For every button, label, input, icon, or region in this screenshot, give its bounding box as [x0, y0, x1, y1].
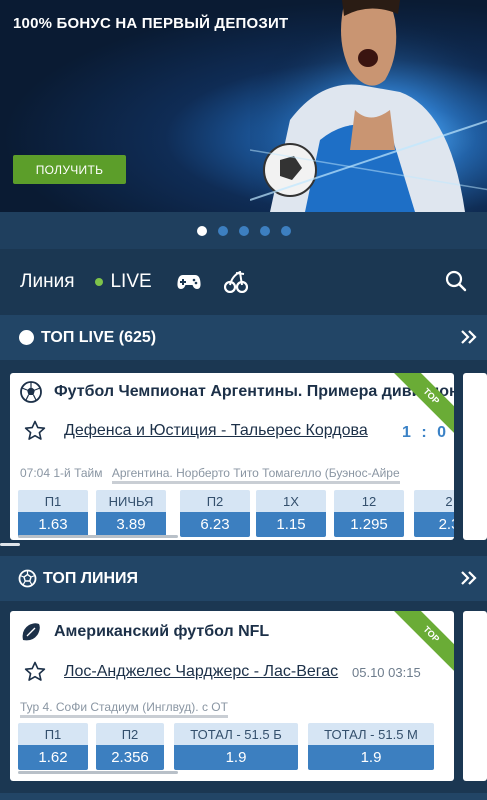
top-live-header[interactable]: ТОП LIVE (625): [0, 315, 487, 360]
odds-label: ТОТАЛ - 51.5 Б: [174, 723, 298, 745]
card-scrollbar[interactable]: [18, 535, 178, 538]
banner-title: 100% БОНУС НА ПЕРВЫЙ ДЕПОЗИТ: [13, 15, 289, 32]
odds-label: П1: [18, 490, 88, 512]
top-line-title: ТОП ЛИНИЯ: [43, 569, 139, 587]
top-nav: Линия LIVE: [0, 249, 487, 315]
odds-label: П2: [96, 723, 164, 745]
odds-value: 2.3: [414, 512, 454, 537]
league-name: Американский футбол NFL: [54, 623, 270, 640]
odds-label: 1Х: [256, 490, 326, 512]
card-scrollbar[interactable]: [18, 771, 178, 774]
odds-button[interactable]: ТОТАЛ - 51.5 М 1.9: [308, 723, 434, 770]
double-chevron-right-icon[interactable]: [459, 568, 479, 588]
match-teams-link[interactable]: Дефенса и Юстиция - Тальерес Кордова: [64, 422, 368, 440]
next-match-card-edge[interactable]: [463, 373, 487, 540]
card-header: Американский футбол NFL: [20, 621, 269, 643]
odds-value: 1.63: [18, 512, 88, 537]
match-score: 1 : 0: [402, 424, 450, 441]
match-venue: Тур 4. СоФи Стадиум (Инглвуд). с ОТ: [20, 700, 228, 718]
carousel-dot[interactable]: [217, 225, 228, 236]
section-divider: [0, 793, 487, 800]
carousel-dot[interactable]: [238, 225, 249, 236]
odds-value: 1.62: [18, 745, 88, 770]
odds-button[interactable]: 12 1.295: [334, 490, 404, 537]
promo-banner[interactable]: 100% БОНУС НА ПЕРВЫЙ ДЕПОЗИТ ПОЛУЧИТЬ: [0, 0, 487, 212]
odds-button[interactable]: 2 2.3: [414, 490, 454, 537]
match-date: 05.10 03:15: [352, 665, 421, 680]
gamepad-icon[interactable]: [177, 273, 201, 291]
odds-value: 2.356: [96, 745, 164, 770]
carousel-scrollbar[interactable]: [0, 543, 20, 546]
match-card[interactable]: Американский футбол NFL TOP Лос-Анджелес…: [10, 611, 454, 781]
match-teams-link[interactable]: Лос-Анджелес Чарджерс - Лас-Вегас: [64, 663, 338, 681]
star-icon[interactable]: [24, 420, 46, 441]
match-info: 07:04 1-й Тайм Аргентина. Норберто Тито …: [20, 466, 400, 484]
soccer-ball-icon: [20, 381, 42, 403]
odds-button[interactable]: П1 1.63: [18, 490, 88, 537]
carousel-dots: [0, 212, 487, 249]
nav-live[interactable]: LIVE: [95, 271, 152, 293]
soccer-ball-outline-icon: [18, 569, 37, 588]
get-bonus-button[interactable]: ПОЛУЧИТЬ: [13, 155, 126, 184]
search-icon[interactable]: [445, 270, 467, 292]
star-icon[interactable]: [24, 661, 46, 682]
live-indicator-icon: [95, 278, 104, 286]
top-line-header[interactable]: ТОП ЛИНИЯ: [0, 556, 487, 601]
carousel-dot[interactable]: [280, 225, 291, 236]
match-info: Тур 4. СоФи Стадиум (Инглвуд). с ОТ: [20, 700, 228, 718]
odds-value: 6.23: [180, 512, 250, 537]
american-football-icon: [22, 623, 40, 641]
odds-label: 2: [414, 490, 454, 512]
top-live-title: ТОП LIVE (625): [41, 328, 157, 346]
double-chevron-right-icon[interactable]: [459, 327, 479, 347]
next-match-card-edge[interactable]: [463, 611, 487, 781]
nav-line[interactable]: Линия: [20, 271, 74, 293]
match-row: Лос-Анджелес Чарджерс - Лас-Вегас: [24, 661, 338, 682]
top-line-area: Американский футбол NFL TOP Лос-Анджелес…: [0, 601, 487, 800]
match-row: Дефенса и Юстиция - Тальерес Кордова: [24, 420, 368, 441]
odds-button[interactable]: ТОТАЛ - 51.5 Б 1.9: [174, 723, 298, 770]
match-venue: Аргентина. Норберто Тито Томагелло (Буэн…: [111, 466, 400, 484]
cherries-icon[interactable]: [223, 271, 248, 293]
odds-value: 1.15: [256, 512, 326, 537]
odds-label: ТОТАЛ - 51.5 М: [308, 723, 434, 745]
card-header: Футбол Чемпионат Аргентины. Примера диви…: [20, 381, 454, 403]
carousel-dot[interactable]: [259, 225, 270, 236]
nav-live-label: LIVE: [110, 271, 152, 292]
odds-value: 3.89: [96, 512, 166, 537]
match-time: 07:04 1-й Тайм: [20, 466, 103, 480]
odds-button[interactable]: 1Х 1.15: [256, 490, 326, 537]
odds-button[interactable]: НИЧЬЯ 3.89: [96, 490, 166, 537]
odds-button[interactable]: П2 2.356: [96, 723, 164, 770]
odds-label: НИЧЬЯ: [96, 490, 166, 512]
odds-label: П1: [18, 723, 88, 745]
odds-label: П2: [180, 490, 250, 512]
odds-value: 1.295: [334, 512, 404, 537]
odds-value: 1.9: [308, 745, 434, 770]
match-card[interactable]: Футбол Чемпионат Аргентины. Примера диви…: [10, 373, 454, 540]
odds-button[interactable]: П1 1.62: [18, 723, 88, 770]
soccer-ball-icon: [19, 330, 34, 345]
odds-button[interactable]: П2 6.23: [180, 490, 250, 537]
odds-value: 1.9: [174, 745, 298, 770]
top-live-area: Футбол Чемпионат Аргентины. Примера диви…: [0, 360, 487, 556]
carousel-dot[interactable]: [196, 225, 207, 236]
league-name: Футбол Чемпионат Аргентины. Примера диви…: [54, 383, 454, 400]
odds-label: 12: [334, 490, 404, 512]
